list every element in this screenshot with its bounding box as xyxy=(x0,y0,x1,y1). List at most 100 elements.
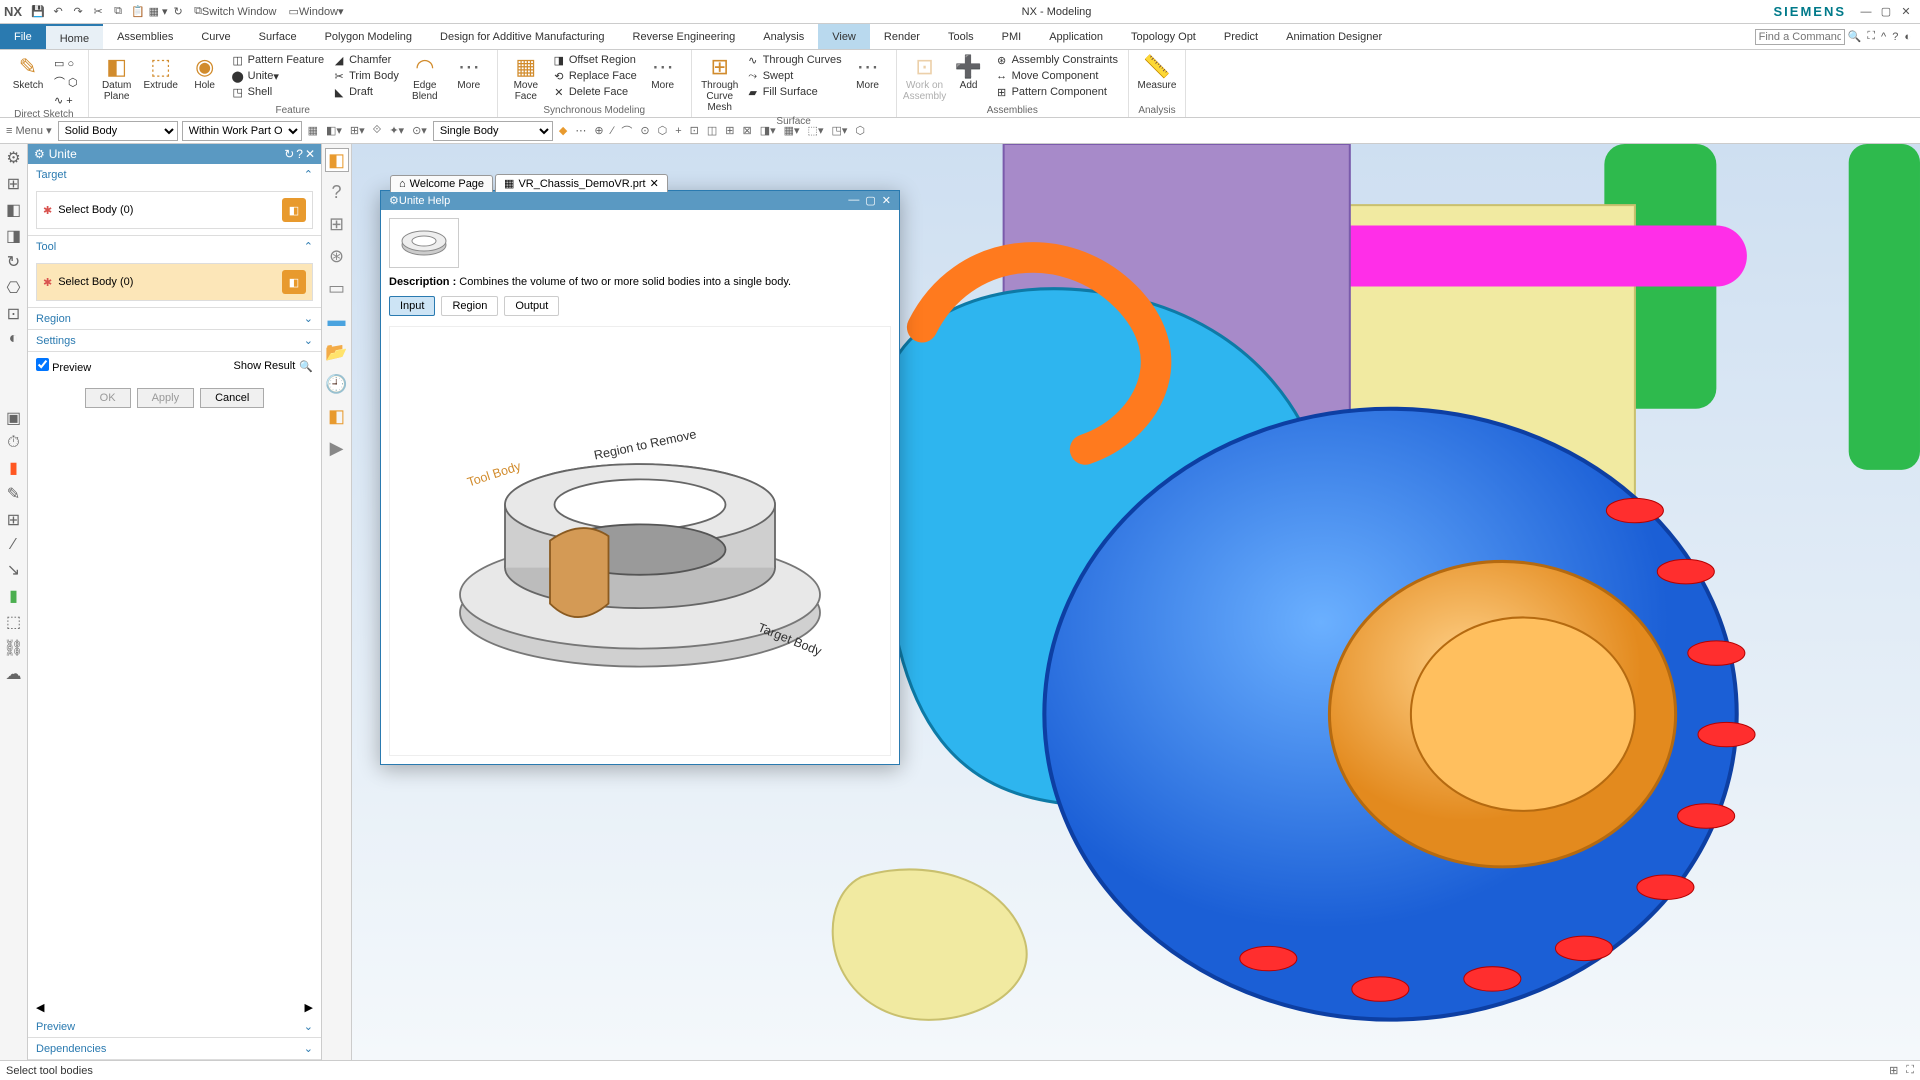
sheet-nav-icon[interactable]: ▭ xyxy=(325,276,349,300)
sel-k[interactable]: ◨▾ xyxy=(758,124,778,137)
undo-icon[interactable]: ↶ xyxy=(48,2,68,22)
measure-button[interactable]: 📏Measure xyxy=(1135,52,1179,93)
redo-icon[interactable]: ↷ xyxy=(68,2,88,22)
pattern-feature-button[interactable]: ◫Pattern Feature xyxy=(227,52,328,68)
single-body-combo[interactable]: Single Body xyxy=(433,121,553,141)
tab-analysis[interactable]: Analysis xyxy=(749,24,818,49)
section-region[interactable]: Region⌄ xyxy=(28,308,321,329)
ok-button[interactable]: OK xyxy=(85,388,131,408)
close-tab-icon[interactable]: ✕ xyxy=(650,177,659,190)
shell-button[interactable]: ◳Shell xyxy=(227,84,328,100)
help-tab-output[interactable]: Output xyxy=(504,296,559,316)
through-curve-mesh-button[interactable]: ⊞Through Curve Mesh xyxy=(698,52,742,115)
datum-plane-button[interactable]: ◧Datum Plane xyxy=(95,52,139,104)
tab-assemblies[interactable]: Assemblies xyxy=(103,24,187,49)
pattern-component-button[interactable]: ⊞Pattern Component xyxy=(991,84,1122,100)
status-full-icon[interactable]: ⛶ xyxy=(1906,1064,1914,1077)
target-select-body[interactable]: ✱ Select Body (0) ◧ xyxy=(36,191,313,229)
help-tab-input[interactable]: Input xyxy=(389,296,435,316)
sel-n[interactable]: ◳▾ xyxy=(829,124,849,137)
options-icon[interactable]: ◐ xyxy=(1904,31,1911,43)
misc-icon[interactable]: ▦ ▾ xyxy=(148,2,168,22)
filter6-icon[interactable]: ⊙▾ xyxy=(410,124,429,137)
help-tab-region[interactable]: Region xyxy=(441,296,498,316)
move-component-button[interactable]: ↔Move Component xyxy=(991,68,1122,84)
tab-pmi[interactable]: PMI xyxy=(988,24,1036,49)
sel-f[interactable]: + xyxy=(673,125,683,137)
work-on-assembly-button[interactable]: ⊡Work on Assembly xyxy=(903,52,947,104)
window-menu-button[interactable]: ▭ Window ▾ xyxy=(283,2,350,22)
rb1-h-icon[interactable]: ◐ xyxy=(9,330,19,348)
history-icon[interactable]: 🕘 xyxy=(325,372,349,396)
draft-button[interactable]: ◣Draft xyxy=(328,84,403,100)
section-tool[interactable]: Tool⌃ xyxy=(28,236,321,257)
sel-l[interactable]: ▦▾ xyxy=(782,124,802,137)
doc-tab-welcome[interactable]: ⌂Welcome Page xyxy=(390,175,493,192)
find-command-input[interactable] xyxy=(1755,29,1845,45)
rb2-g-icon[interactable]: ↘ xyxy=(7,560,20,580)
minimize-icon[interactable]: — xyxy=(1856,2,1876,22)
cancel-button[interactable]: Cancel xyxy=(200,388,264,408)
copy-icon[interactable]: ⧉ xyxy=(108,2,128,22)
rb2-j-icon[interactable]: ⛓ xyxy=(3,638,23,658)
surface-more-button[interactable]: ⋯More xyxy=(846,52,890,93)
filter3-icon[interactable]: ⊞▾ xyxy=(348,124,367,137)
sync-more-button[interactable]: ⋯More xyxy=(641,52,685,93)
filter2-icon[interactable]: ◧▾ xyxy=(324,124,344,137)
rb1-f-icon[interactable]: ⎔ xyxy=(7,278,21,298)
section-preview[interactable]: Preview⌄ xyxy=(28,1016,321,1037)
maximize-icon[interactable]: ▢ xyxy=(1876,2,1896,22)
sel-g[interactable]: ⊡ xyxy=(688,124,701,137)
orange-nav-icon[interactable]: ◧ xyxy=(325,404,349,428)
close-icon[interactable]: ✕ xyxy=(1896,2,1916,22)
tab-application[interactable]: Application xyxy=(1035,24,1117,49)
doc-tab-active[interactable]: ▦VR_Chassis_DemoVR.prt ✕ xyxy=(495,174,668,192)
hscroll-left-icon[interactable]: ◀ xyxy=(36,1002,44,1014)
tab-view[interactable]: View xyxy=(818,24,870,49)
help-icon[interactable]: ? xyxy=(1892,31,1898,43)
chamfer-button[interactable]: ◢Chamfer xyxy=(328,52,403,68)
filter5-icon[interactable]: ✦▾ xyxy=(387,124,406,137)
tab-topology-opt[interactable]: Topology Opt xyxy=(1117,24,1210,49)
paste-icon[interactable]: 📋 xyxy=(128,2,148,22)
sel-c[interactable]: ⌒ xyxy=(619,123,634,139)
help-minimize-icon[interactable]: — xyxy=(848,194,859,207)
fullscreen-icon[interactable]: ⛶ xyxy=(1867,30,1875,43)
through-curves-button[interactable]: ∿Through Curves xyxy=(742,52,846,68)
rb1-d-icon[interactable]: ◨ xyxy=(6,226,21,246)
feature-more-button[interactable]: ⋯More xyxy=(447,52,491,93)
sketch-spline-icon[interactable]: ∿ + xyxy=(50,93,82,108)
offset-region-button[interactable]: ◨Offset Region xyxy=(548,52,641,68)
filter4-icon[interactable]: ⟐ xyxy=(371,124,384,137)
rb2-f-icon[interactable]: ∕ xyxy=(12,536,15,554)
tab-render[interactable]: Render xyxy=(870,24,934,49)
switch-window-button[interactable]: ⧉ Switch Window xyxy=(188,2,282,22)
save-icon[interactable]: 💾 xyxy=(28,2,48,22)
tab-curve[interactable]: Curve xyxy=(187,24,244,49)
help-header[interactable]: ⚙ Unite Help — ▢ ✕ xyxy=(381,191,899,210)
rb2-h-icon[interactable]: ▮ xyxy=(9,586,18,606)
rb2-k-icon[interactable]: ☁ xyxy=(6,664,22,684)
tab-surface[interactable]: Surface xyxy=(245,24,311,49)
tab-predict[interactable]: Predict xyxy=(1210,24,1272,49)
constraint-nav-icon[interactable]: ⊛ xyxy=(325,244,349,268)
tab-file[interactable]: File xyxy=(0,24,46,49)
tab-animation-designer[interactable]: Animation Designer xyxy=(1272,24,1396,49)
sel-j[interactable]: ⊠ xyxy=(740,124,753,137)
replace-face-button[interactable]: ⟲Replace Face xyxy=(548,68,641,84)
rb1-g-icon[interactable]: ⊡ xyxy=(7,304,20,324)
sel-b[interactable]: ∕ xyxy=(610,125,616,137)
hole-button[interactable]: ◉Hole xyxy=(183,52,227,93)
rb2-e-icon[interactable]: ⊞ xyxy=(7,510,20,530)
extrude-button[interactable]: ⬚Extrude xyxy=(139,52,183,93)
sel-h[interactable]: ◫ xyxy=(705,124,719,137)
help-maximize-icon[interactable]: ▢ xyxy=(865,194,875,207)
swept-button[interactable]: ⤳Swept xyxy=(742,68,846,84)
sketch-button[interactable]: ✎Sketch xyxy=(6,52,50,93)
hscroll-right-icon[interactable]: ▶ xyxy=(305,1001,313,1014)
selection-scope-combo[interactable]: Within Work Part Or xyxy=(182,121,302,141)
filter-icon[interactable]: ▦ xyxy=(306,124,320,137)
move-face-button[interactable]: ▦Move Face xyxy=(504,52,548,104)
section-dependencies[interactable]: Dependencies⌄ xyxy=(28,1038,321,1059)
cut-icon[interactable]: ✂ xyxy=(88,2,108,22)
